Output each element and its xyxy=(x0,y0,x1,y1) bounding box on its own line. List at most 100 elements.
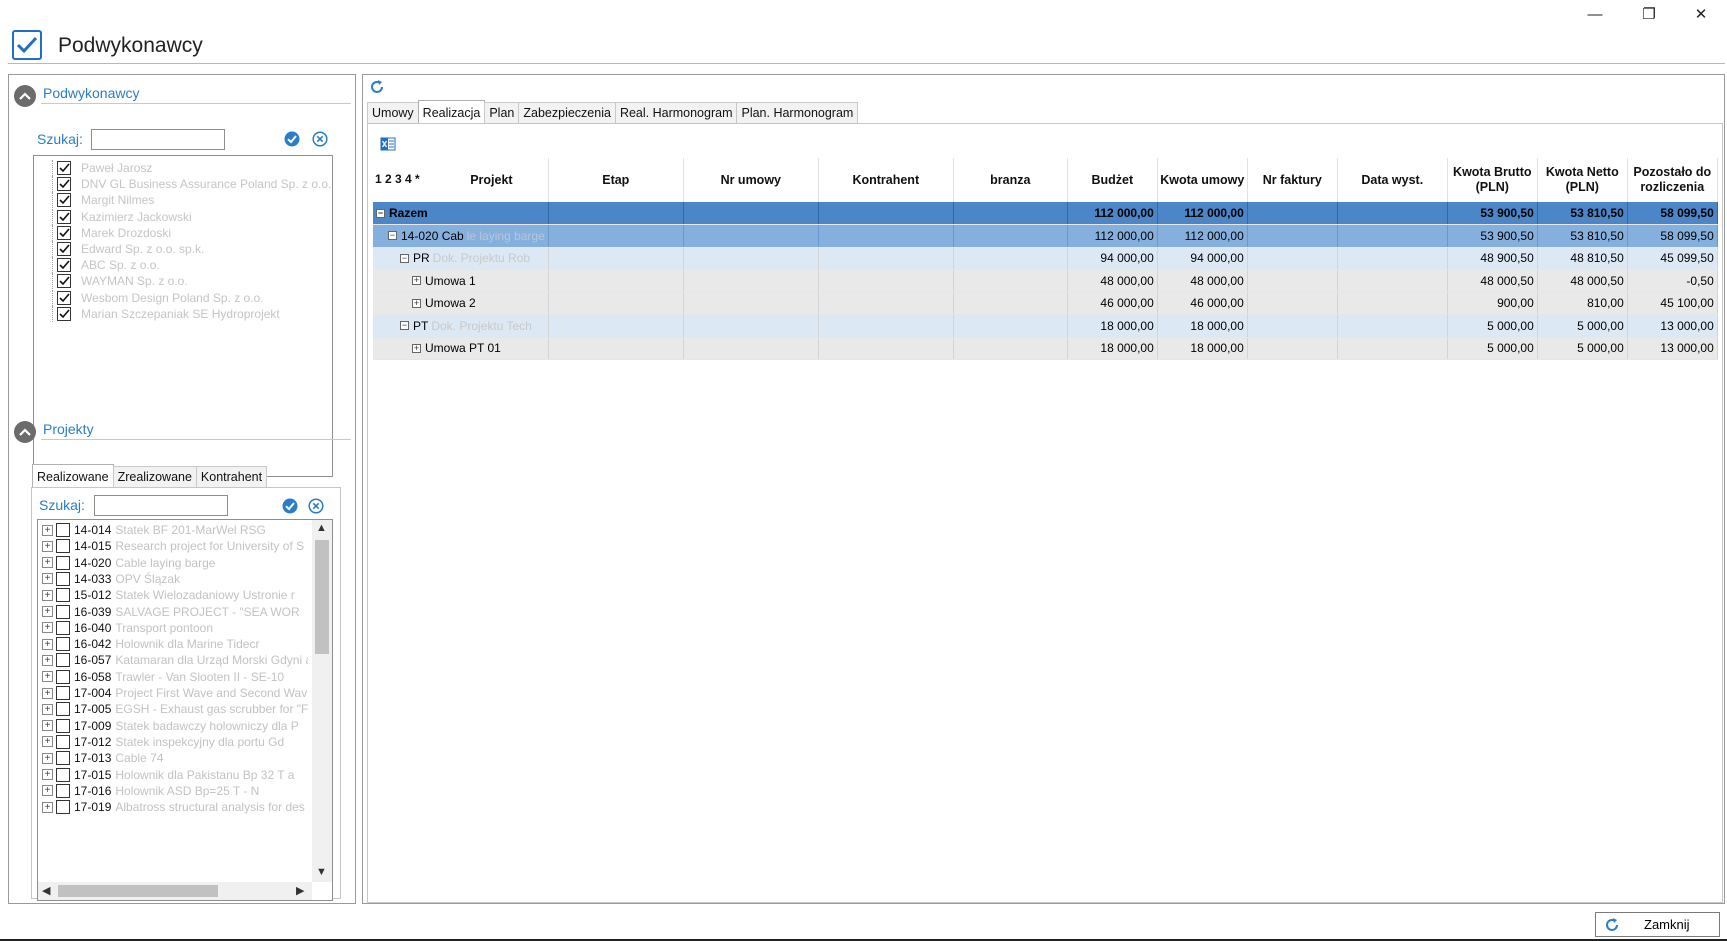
expand-icon[interactable]: + xyxy=(42,638,53,650)
project-item[interactable]: +17-015 Holownik dla Pakistanu Bp 32 T a xyxy=(42,767,294,783)
project-item[interactable]: +14-020 Cable laying barge xyxy=(42,555,215,571)
cell-kwota-brutto[interactable]: 5 000,00 xyxy=(1447,337,1538,360)
cell-kwota-netto[interactable]: 48 000,50 xyxy=(1537,269,1628,293)
clear-filter-icon[interactable] xyxy=(307,497,325,515)
subcontractor-checkbox[interactable] xyxy=(57,242,71,256)
close-button[interactable]: Zamknij xyxy=(1595,912,1720,937)
cell-kwota-umowy[interactable]: 48 000,00 xyxy=(1157,269,1248,293)
cell-data-wyst[interactable] xyxy=(1337,247,1448,270)
cell-data-wyst[interactable] xyxy=(1337,269,1448,293)
cell-nr-umowy[interactable] xyxy=(683,314,819,338)
cell-kwota-netto[interactable]: 810,00 xyxy=(1537,292,1628,315)
cell-kwota-brutto[interactable]: 53 900,50 xyxy=(1447,224,1538,248)
cell-kontrahent[interactable] xyxy=(818,292,954,315)
scroll-left-icon[interactable]: ◀ xyxy=(42,884,50,897)
project-checkbox[interactable] xyxy=(56,734,70,749)
expand-icon[interactable]: + xyxy=(42,703,53,715)
tab-kontrahent[interactable]: Kontrahent xyxy=(195,466,268,487)
expand-icon[interactable]: + xyxy=(42,720,53,732)
project-checkbox[interactable] xyxy=(56,620,70,635)
cell-data-wyst[interactable] xyxy=(1337,292,1448,315)
projects-search-input[interactable] xyxy=(94,495,228,516)
subcontractor-item[interactable]: DNV GL Business Assurance Poland Sp. z o… xyxy=(52,176,331,193)
cell-kwota-brutto[interactable]: 5 000,00 xyxy=(1447,314,1538,338)
subcontractor-checkbox[interactable] xyxy=(57,161,71,175)
subcontractor-item[interactable]: ABC Sp. z o.o. xyxy=(52,257,160,274)
cell-pozostalo[interactable]: -0,50 xyxy=(1627,269,1718,293)
column-header-branza[interactable]: branza xyxy=(953,158,1068,202)
cell-etap[interactable] xyxy=(548,202,684,225)
cell-nr-faktury[interactable] xyxy=(1247,337,1338,360)
cell-pozostalo[interactable]: 45 099,50 xyxy=(1627,247,1718,270)
project-checkbox[interactable] xyxy=(56,718,70,733)
cell-kontrahent[interactable] xyxy=(818,314,954,338)
project-checkbox[interactable] xyxy=(56,767,70,782)
scroll-right-icon[interactable]: ▶ xyxy=(296,884,304,897)
cell-budzet[interactable]: 46 000,00 xyxy=(1067,292,1158,315)
scroll-down-icon[interactable]: ▼ xyxy=(316,866,327,878)
column-header-budzet[interactable]: Budżet xyxy=(1067,158,1158,202)
expand-icon[interactable]: + xyxy=(42,801,53,813)
column-header-kwota-brutto[interactable]: Kwota Brutto (PLN) xyxy=(1447,158,1538,202)
column-header-kontrahent[interactable]: Kontrahent xyxy=(818,158,954,202)
cell-kwota-umowy[interactable]: 46 000,00 xyxy=(1157,292,1248,315)
cell-projekt[interactable]: −14-020 Cab le laying barge xyxy=(373,224,549,248)
project-item[interactable]: +17-004 Project First Wave and Second Wav xyxy=(42,685,307,701)
cell-projekt[interactable]: − PT Dok. Projektu Tech xyxy=(373,314,549,338)
restore-button[interactable]: ❐ xyxy=(1626,2,1672,26)
grid-row[interactable]: − PT Dok. Projektu Tech 18 000,00 18 000,00 5… xyxy=(373,314,1718,338)
project-checkbox[interactable] xyxy=(56,702,70,717)
project-checkbox[interactable] xyxy=(56,604,70,619)
cell-kwota-brutto[interactable]: 900,00 xyxy=(1447,292,1538,315)
minimize-button[interactable]: — xyxy=(1572,2,1618,26)
project-checkbox[interactable] xyxy=(56,669,70,684)
cell-data-wyst[interactable] xyxy=(1337,224,1448,248)
column-header-pozostalo[interactable]: Pozostało do rozliczenia xyxy=(1627,158,1718,202)
tab-plan[interactable]: Plan xyxy=(484,102,520,123)
project-item[interactable]: +15-012 Statek Wielozadaniowy Ustronie r xyxy=(42,587,295,603)
subcontractor-checkbox[interactable] xyxy=(57,290,71,305)
cell-etap[interactable] xyxy=(548,292,684,315)
cell-budzet[interactable]: 94 000,00 xyxy=(1067,247,1158,270)
cell-budzet[interactable]: 18 000,00 xyxy=(1067,337,1158,360)
cell-branza[interactable] xyxy=(953,202,1068,225)
collapse-subcontractors-icon[interactable] xyxy=(14,85,36,107)
subcontractor-item[interactable]: Wesbom Design Poland Sp. z o.o. xyxy=(52,289,264,306)
subcontractor-checkbox[interactable] xyxy=(57,177,71,192)
cell-branza[interactable] xyxy=(953,247,1068,270)
cell-etap[interactable] xyxy=(548,247,684,270)
collapse-projects-icon[interactable] xyxy=(14,421,36,443)
tree-toggle-icon[interactable]: − xyxy=(400,253,409,263)
horizontal-scrollbar[interactable]: ◀ ▶ xyxy=(38,882,312,900)
project-checkbox[interactable] xyxy=(56,539,70,554)
cell-kontrahent[interactable] xyxy=(818,269,954,293)
cell-kwota-brutto[interactable]: 53 900,50 xyxy=(1447,202,1538,225)
cell-data-wyst[interactable] xyxy=(1337,202,1448,225)
expand-icon[interactable]: + xyxy=(42,671,53,683)
project-item[interactable]: +16-039 SALVAGE PROJECT - "SEA WOR xyxy=(42,604,300,620)
tab-realizowane[interactable]: Realizowane xyxy=(32,464,114,487)
cell-pozostalo[interactable]: 13 000,00 xyxy=(1627,314,1718,338)
cell-branza[interactable] xyxy=(953,314,1068,338)
grid-row[interactable]: + Umowa 1 48 000,00 48 000,00 48 000,50 48 00… xyxy=(373,269,1718,293)
expand-icon[interactable]: + xyxy=(42,557,53,569)
cell-etap[interactable] xyxy=(548,224,684,248)
grid-row[interactable]: + Umowa 2 46 000,00 46 000,00 900,00 810,00 45… xyxy=(373,292,1718,315)
subcontractor-item[interactable]: Margit Nilmes xyxy=(52,192,154,209)
cell-kwota-netto[interactable]: 53 810,50 xyxy=(1537,202,1628,225)
column-header-data-wyst[interactable]: Data wyst. xyxy=(1337,158,1448,202)
subcontractor-item[interactable]: Marian Szczepaniak SE Hydroprojekt xyxy=(52,305,280,322)
subcontractor-item[interactable]: Paweł Jarosz xyxy=(52,160,152,176)
cell-projekt[interactable]: + Umowa PT 01 xyxy=(373,337,549,360)
cell-nr-faktury[interactable] xyxy=(1247,292,1338,315)
expand-icon[interactable]: + xyxy=(42,785,53,797)
cell-nr-faktury[interactable] xyxy=(1247,269,1338,293)
cell-nr-umowy[interactable] xyxy=(683,337,819,360)
cell-projekt[interactable]: − PR Dok. Projektu Rob xyxy=(373,247,549,270)
cell-pozostalo[interactable]: 58 099,50 xyxy=(1627,202,1718,225)
cell-pozostalo[interactable]: 58 099,50 xyxy=(1627,224,1718,248)
subcontractor-checkbox[interactable] xyxy=(57,225,71,240)
cell-pozostalo[interactable]: 45 100,00 xyxy=(1627,292,1718,315)
column-header-projekt[interactable]: 1 2 3 4 * Projekt xyxy=(373,158,549,202)
cell-budzet[interactable]: 48 000,00 xyxy=(1067,269,1158,293)
